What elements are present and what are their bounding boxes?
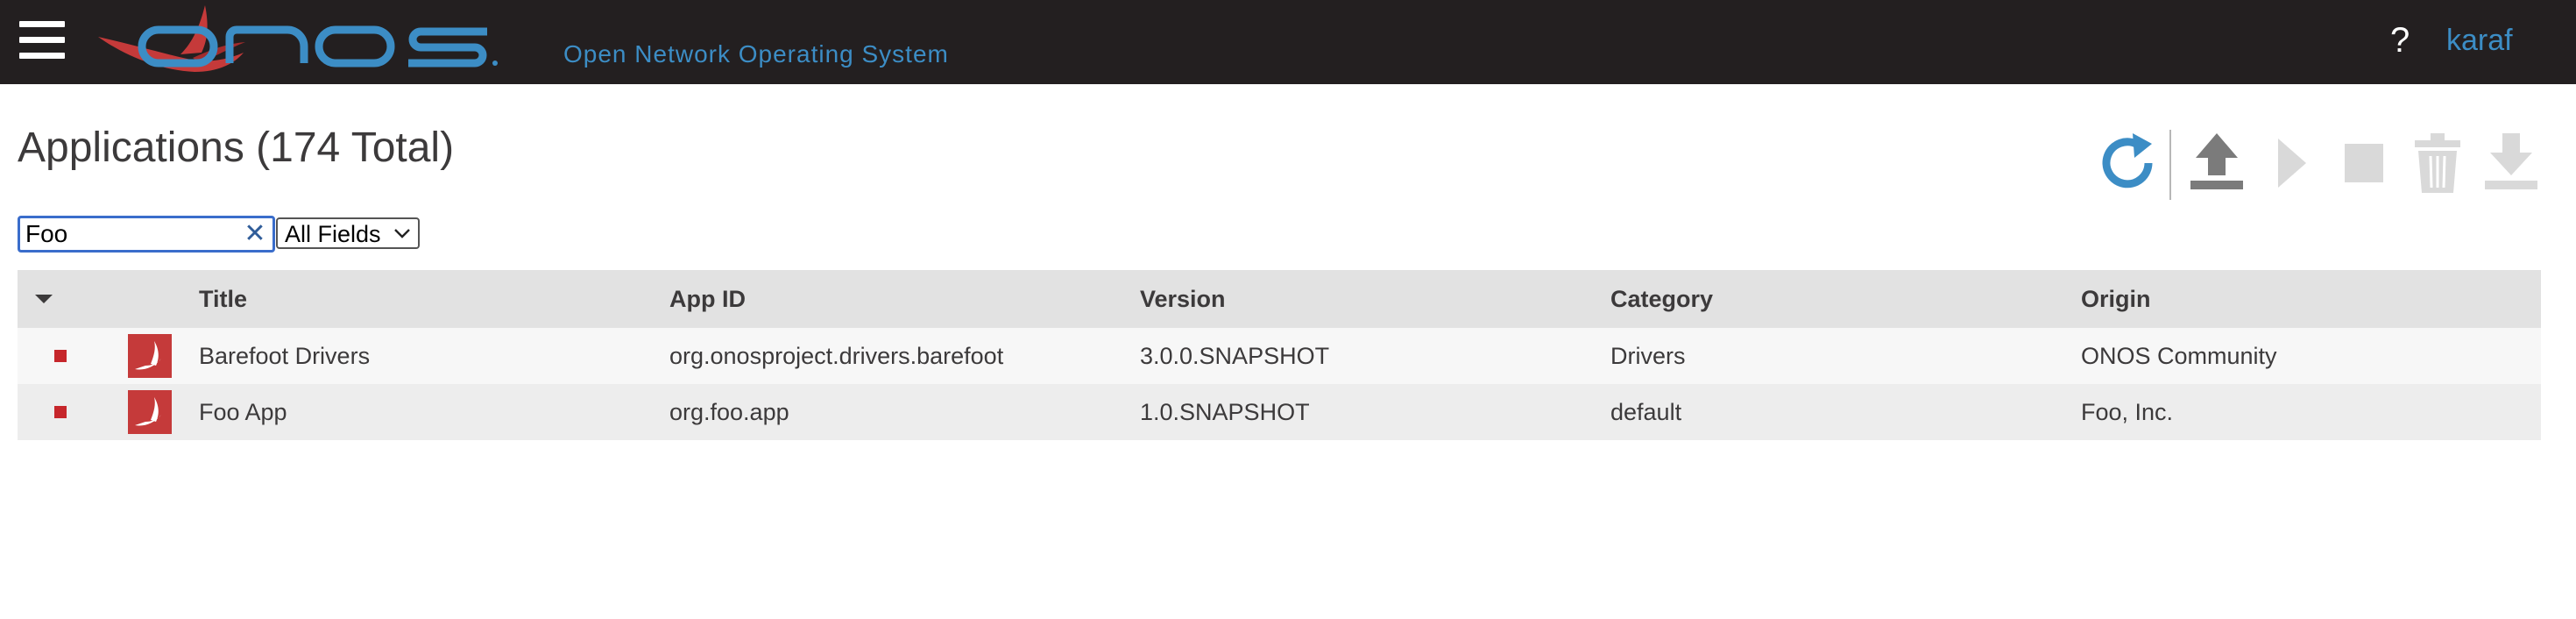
app-state-icon bbox=[54, 328, 67, 384]
upload-icon[interactable] bbox=[2183, 130, 2250, 196]
app-version: 3.0.0.SNAPSHOT bbox=[1140, 342, 1330, 369]
column-header-version[interactable]: Version bbox=[1140, 270, 1226, 328]
onos-logo[interactable] bbox=[96, 2, 552, 84]
search-box: ✕ bbox=[18, 216, 275, 253]
app-origin: Foo, Inc. bbox=[2081, 398, 2174, 425]
app-title: Barefoot Drivers bbox=[199, 342, 371, 369]
search-field-selected: All Fields bbox=[285, 221, 381, 247]
app-id: org.onosproject.drivers.barefoot bbox=[669, 342, 1004, 369]
column-header-origin[interactable]: Origin bbox=[2081, 270, 2151, 328]
applications-table: Title App ID Version Category Origin Bar… bbox=[18, 270, 2541, 440]
activate-icon[interactable] bbox=[2257, 130, 2324, 196]
app-version: 1.0.SNAPSHOT bbox=[1140, 398, 1310, 425]
download-icon[interactable] bbox=[2478, 130, 2544, 196]
app-category: default bbox=[1610, 398, 1682, 425]
menu-icon[interactable] bbox=[19, 21, 65, 60]
app-category: Drivers bbox=[1610, 342, 1686, 369]
column-header-title[interactable]: Title bbox=[199, 270, 247, 328]
user-menu[interactable]: karaf bbox=[2446, 23, 2513, 58]
chevron-down-icon bbox=[394, 229, 410, 238]
table-row[interactable]: Barefoot Drivers org.onosproject.drivers… bbox=[18, 328, 2541, 384]
app-origin: ONOS Community bbox=[2081, 342, 2277, 369]
close-icon[interactable]: ✕ bbox=[243, 221, 267, 247]
column-header-app-id[interactable]: App ID bbox=[669, 270, 746, 328]
uninstall-icon[interactable] bbox=[2404, 130, 2471, 196]
column-header-category[interactable]: Category bbox=[1610, 270, 1713, 328]
app-state-icon bbox=[54, 384, 67, 440]
deactivate-icon[interactable] bbox=[2331, 130, 2397, 196]
app-icon bbox=[128, 384, 172, 440]
app-toolbar bbox=[2094, 130, 2550, 200]
refresh-icon[interactable] bbox=[2094, 130, 2161, 196]
toolbar-divider bbox=[2169, 130, 2171, 200]
help-icon[interactable]: ? bbox=[2390, 23, 2410, 58]
app-id: org.foo.app bbox=[669, 398, 789, 425]
table-header: Title App ID Version Category Origin bbox=[18, 270, 2541, 328]
page-title: Applications (174 Total) bbox=[18, 125, 455, 171]
table-row[interactable]: Foo App org.foo.app 1.0.SNAPSHOT default… bbox=[18, 384, 2541, 440]
sort-caret-icon[interactable] bbox=[33, 270, 54, 328]
app-icon bbox=[128, 328, 172, 384]
search-input[interactable] bbox=[25, 218, 236, 250]
masthead: Open Network Operating System ? karaf bbox=[0, 0, 2576, 84]
app-title: Foo App bbox=[199, 398, 287, 425]
tagline: Open Network Operating System bbox=[563, 40, 949, 68]
search-field-select[interactable]: All Fields bbox=[276, 217, 420, 249]
